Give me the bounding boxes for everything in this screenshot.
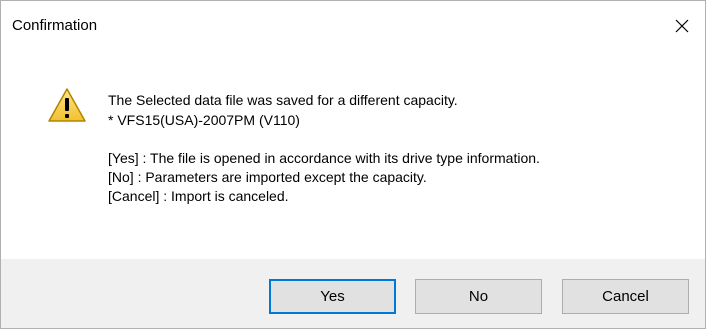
- yes-button[interactable]: Yes: [269, 279, 396, 314]
- no-button[interactable]: No: [415, 279, 542, 314]
- cancel-button[interactable]: Cancel: [562, 279, 689, 314]
- message-line: [Yes] : The file is opened in accordance…: [108, 150, 540, 166]
- close-icon: [675, 19, 689, 33]
- confirmation-dialog: Confirmation The Selected data file was …: [0, 0, 706, 329]
- close-button[interactable]: [659, 1, 705, 51]
- message-line: * VFS15(USA)-2007PM (V110): [108, 112, 300, 128]
- message-line: The Selected data file was saved for a d…: [108, 92, 458, 108]
- warning-icon: [48, 88, 86, 122]
- message-line: [No] : Parameters are imported except th…: [108, 169, 427, 185]
- dialog-title: Confirmation: [12, 17, 98, 34]
- title-bar[interactable]: Confirmation: [1, 1, 705, 51]
- message-line: [Cancel] : Import is canceled.: [108, 188, 289, 204]
